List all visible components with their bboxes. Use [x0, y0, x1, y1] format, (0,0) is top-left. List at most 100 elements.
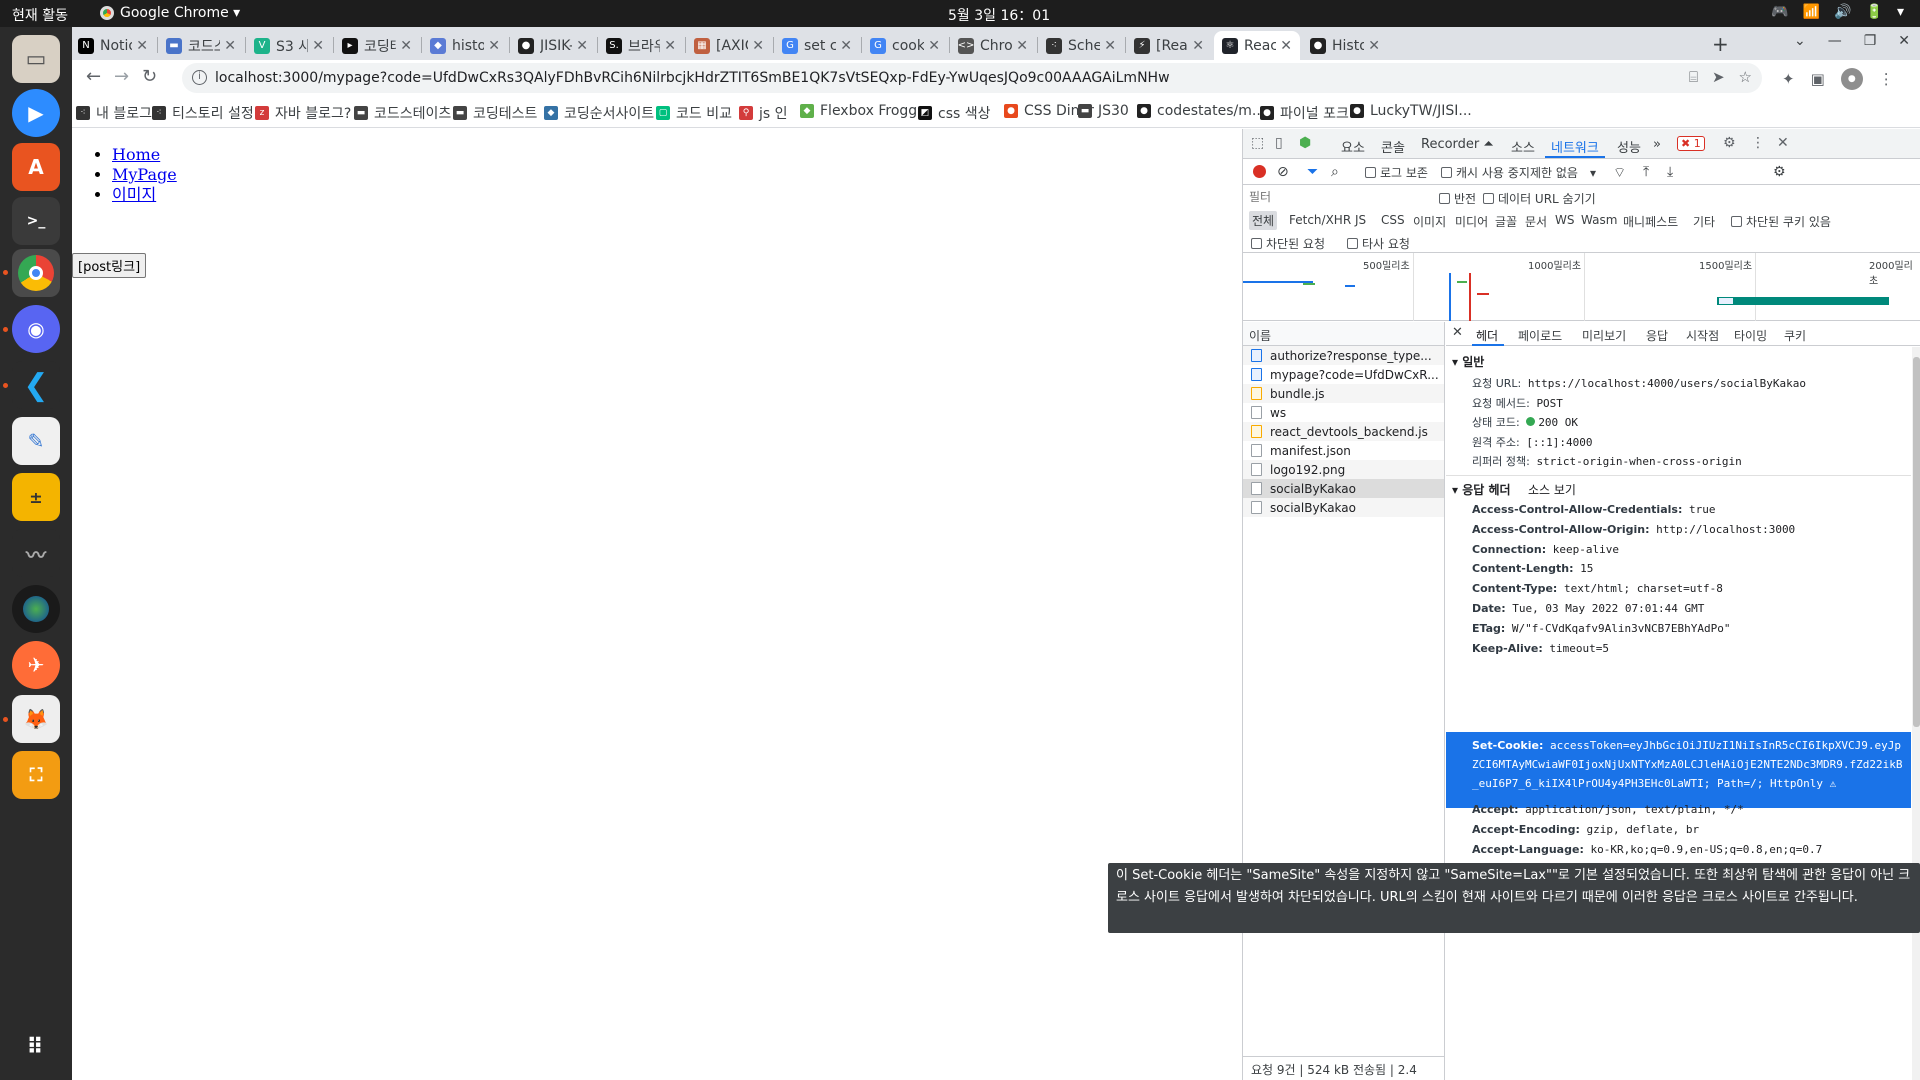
request-row[interactable]: manifest.json — [1243, 441, 1444, 460]
browser-tab[interactable]: ▸ 코딩테 ✕ — [334, 31, 420, 60]
invert-checkbox[interactable]: 반전 — [1439, 190, 1476, 207]
device-toolbar-icon[interactable]: ▯ — [1275, 135, 1283, 151]
tab-recorder[interactable]: Recorder ⏶ — [1421, 137, 1494, 152]
network-overview[interactable]: 500밀리초 1000밀리초 1500밀리초 2000밀리초 — [1243, 253, 1920, 321]
address-bar[interactable]: i localhost:3000/mypage?code=UfdDwCxRs3Q… — [182, 63, 1762, 93]
type-filter-media[interactable]: 미디어 — [1455, 213, 1488, 230]
settings-gear-icon[interactable]: ⚙ — [1723, 135, 1736, 151]
tab-elements[interactable]: 요소 — [1341, 137, 1365, 156]
export-har-icon[interactable]: ⤓ — [1667, 164, 1673, 180]
gamepad-icon[interactable]: 🎮 — [1771, 4, 1788, 20]
volume-icon[interactable]: 🔊 — [1834, 4, 1851, 20]
request-row[interactable]: ws — [1243, 403, 1444, 422]
close-details-icon[interactable]: ✕ — [1452, 325, 1463, 340]
vue-devtools-icon[interactable]: ⬢ — [1299, 135, 1311, 151]
clear-icon[interactable]: ⊘ — [1277, 164, 1289, 180]
chrome-dock-icon[interactable] — [12, 249, 60, 297]
tab-payload[interactable]: 페이로드 — [1518, 327, 1562, 344]
name-column-header[interactable]: 이름 — [1243, 322, 1444, 346]
bookmark-item[interactable]: ◩ css 색상 — [918, 103, 991, 123]
bookmark-item[interactable]: ▬ 코딩테스트 — [453, 103, 537, 123]
zoom-icon[interactable]: ▶ — [12, 89, 60, 137]
browser-tab[interactable]: ⁖ Schem✕ — [1038, 31, 1124, 60]
disable-cache-checkbox[interactable]: 캐시 사용 중지 — [1441, 164, 1530, 181]
filter-icon[interactable]: ⏷ — [1307, 164, 1318, 180]
header-row[interactable]: ETag: W/"f-CVdKqafv9Alin3vNCB7EBhYAdPo" — [1472, 622, 1730, 635]
discord-icon[interactable]: ◉ — [12, 305, 60, 353]
tab-close-icon[interactable]: ✕ — [224, 38, 236, 54]
browser-tab[interactable]: N Notion✕ — [70, 31, 156, 60]
request-row[interactable]: socialByKakao — [1243, 479, 1444, 498]
menu-icon[interactable]: ⋮ — [1879, 70, 1894, 88]
url-text[interactable]: localhost:3000/mypage?code=UfdDwCxRs3QAl… — [215, 70, 1170, 86]
set-cookie-row[interactable]: Set-Cookie: accessToken=eyJhbGciOiJIUzI1… — [1446, 732, 1911, 808]
browser-tab[interactable]: ◆ histori✕ — [422, 31, 508, 60]
header-row[interactable]: 요청 메서드: POST — [1472, 395, 1563, 411]
browser-tab[interactable]: ⚡ [React✕ — [1126, 31, 1212, 60]
extensions-icon[interactable]: ✦ — [1782, 70, 1795, 88]
clock[interactable]: 5월 3일 16：01 — [948, 5, 1050, 25]
tab-network[interactable]: 네트워크 — [1551, 137, 1599, 156]
wifi-icon[interactable]: 📶 — [1803, 4, 1820, 20]
tab-close-icon[interactable]: ✕ — [840, 38, 852, 54]
tab-close-icon[interactable]: ✕ — [488, 38, 500, 54]
browser-tab[interactable]: ● JISIK-S✕ — [510, 31, 596, 60]
profile-avatar[interactable]: ● — [1840, 68, 1863, 90]
header-row[interactable]: Accept: application/json, text/plain, */… — [1472, 803, 1744, 816]
activities-button[interactable]: 현재 활동 — [12, 5, 68, 25]
import-har-icon[interactable]: ⤒ — [1643, 164, 1649, 180]
tab-close-icon[interactable]: ✕ — [400, 38, 412, 54]
preserve-log-checkbox[interactable]: 로그 보존 — [1365, 164, 1428, 181]
tab-cookies[interactable]: 쿠키 — [1784, 327, 1806, 344]
post-link-button[interactable]: [post링크] — [72, 253, 147, 278]
tab-close-icon[interactable]: ✕ — [1280, 38, 1292, 54]
general-section-title[interactable]: ▾ 일반 — [1452, 353, 1484, 370]
type-filter-image[interactable]: 이미지 — [1413, 213, 1446, 230]
text-editor-icon[interactable]: ✎ — [12, 417, 60, 465]
tab-timing[interactable]: 타이밍 — [1734, 327, 1767, 344]
request-row[interactable]: authorize?response_type... — [1243, 346, 1444, 365]
browser-tab[interactable]: <> Chrom✕ — [950, 31, 1036, 60]
new-tab-button[interactable]: + — [1712, 32, 1729, 56]
response-headers-title[interactable]: ▾ 응답 헤더 — [1452, 481, 1511, 498]
header-row[interactable]: Content-Type: text/html; charset=utf-8 — [1472, 582, 1723, 595]
system-tray[interactable]: 🎮 📶 🔊 🔋 ▾ — [1771, 4, 1904, 20]
header-row[interactable]: 리퍼러 정책: strict-origin-when-cross-origin — [1472, 453, 1742, 469]
blocked-cookies-checkbox[interactable]: 차단된 쿠키 있음 — [1731, 213, 1831, 230]
browser-tab[interactable]: V S3 사진✕ — [246, 31, 332, 60]
header-row[interactable]: Date: Tue, 03 May 2022 07:01:44 GMT — [1472, 602, 1704, 615]
show-apps-icon[interactable]: ⠿ — [12, 1023, 60, 1071]
tab-close-icon[interactable]: ✕ — [1016, 38, 1028, 54]
tab-initiator[interactable]: 시작점 — [1686, 327, 1719, 344]
details-scrollbar[interactable] — [1912, 347, 1920, 1080]
browser-tab[interactable]: ▦ [AXIOS✕ — [686, 31, 772, 60]
type-filter-font[interactable]: 글꼴 — [1495, 213, 1517, 230]
bookmark-item[interactable]: ▬ JS30 — [1078, 103, 1129, 119]
camera-icon[interactable] — [12, 585, 60, 633]
type-filter-other[interactable]: 기타 — [1693, 213, 1715, 230]
type-filter-fetch[interactable]: Fetch/XHR — [1289, 213, 1351, 227]
site-info-icon[interactable]: i — [192, 70, 207, 85]
back-icon[interactable]: ← — [86, 66, 101, 87]
request-row[interactable]: socialByKakao — [1243, 498, 1444, 517]
tab-search-icon[interactable]: ⌄ — [1794, 33, 1806, 49]
network-settings-icon[interactable]: ⚙ — [1773, 164, 1786, 180]
image-link[interactable]: 이미지 — [112, 185, 156, 204]
bookmark-star-icon[interactable]: ☆ — [1739, 68, 1752, 86]
type-filter-manifest[interactable]: 매니페스트 — [1623, 213, 1678, 230]
error-count-badge[interactable]: ✖ 1 — [1677, 136, 1705, 151]
side-panel-icon[interactable]: ▣ — [1811, 70, 1825, 88]
calculator-icon[interactable]: ± — [12, 473, 60, 521]
bookmark-item[interactable]: ● 파이널 포크 — [1260, 103, 1349, 123]
close-icon[interactable]: ✕ — [1898, 33, 1910, 49]
tab-close-icon[interactable]: ✕ — [1192, 38, 1204, 54]
tab-console[interactable]: 콘솔 — [1381, 137, 1405, 156]
battery-icon[interactable]: 🔋 — [1866, 4, 1883, 20]
terminal-icon[interactable]: >_ — [12, 197, 60, 245]
more-tabs-button[interactable]: » — [1653, 137, 1661, 152]
bookmark-item[interactable]: ● LuckyTW/JISI... — [1350, 103, 1472, 119]
browser-tab[interactable]: ⚛ React✕ — [1214, 31, 1300, 60]
request-row[interactable]: mypage?code=UfdDwCxR... — [1243, 365, 1444, 384]
tab-close-icon[interactable]: ✕ — [312, 38, 324, 54]
bookmark-item[interactable]: ▢ 코드 비교 — [656, 103, 732, 123]
